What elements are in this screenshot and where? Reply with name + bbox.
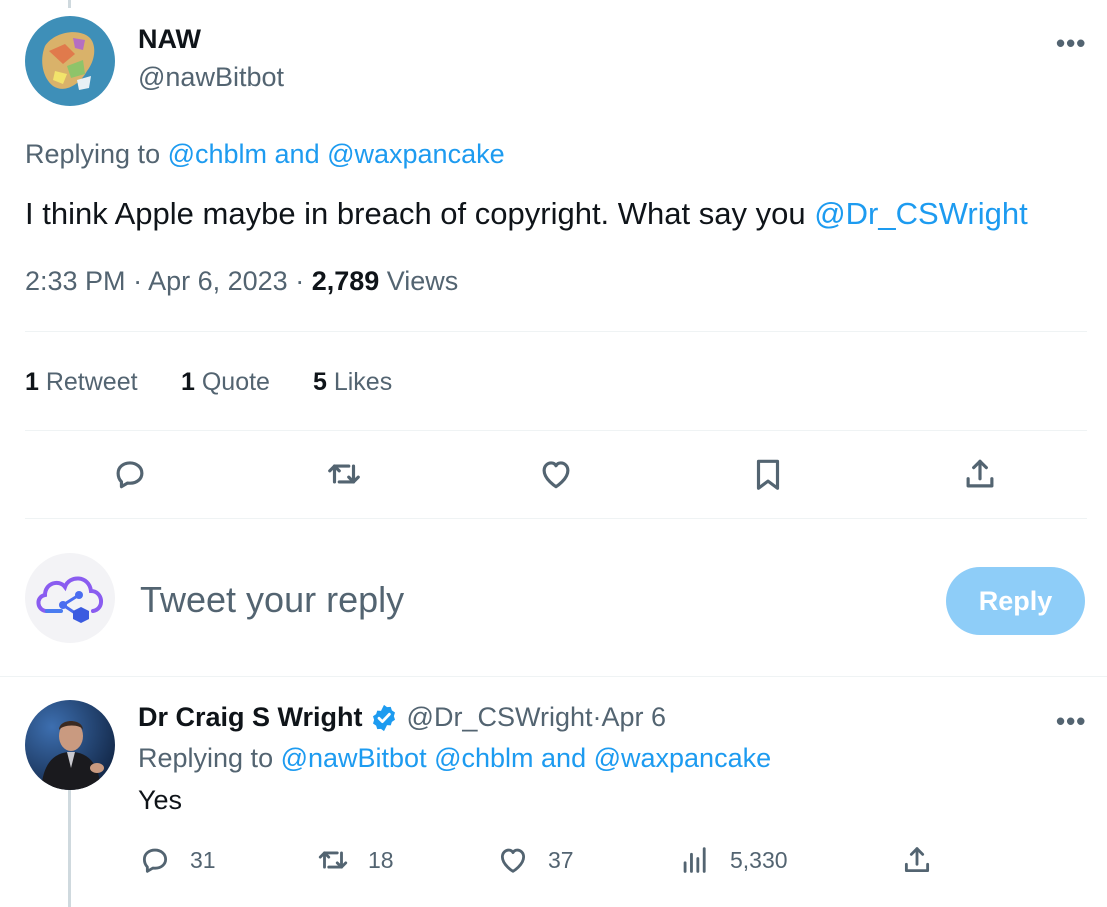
replying-prefix: Replying to [138,743,281,773]
tweet-meta: 2:33 PM · Apr 6, 2023 · 2,789 Views [25,266,458,297]
thread-line [68,790,71,907]
mention-dr-cswright[interactable]: @Dr_CSWright [814,196,1028,231]
retweet-icon [318,851,348,869]
replying-and: and [533,743,594,773]
reply-author-name[interactable]: Dr Craig S Wright [138,702,363,733]
replying-to: Replying to @chblm and @waxpancake [25,139,505,170]
reply-text: Yes [138,785,183,815]
retweet-count: 18 [368,846,394,873]
reply-icon [142,848,168,873]
reply-share-button[interactable] [900,843,934,877]
like-button[interactable] [532,450,580,498]
analytics-icon [683,847,706,873]
tweet-time[interactable]: 2:33 PM [25,266,126,296]
share-icon [966,459,994,488]
current-user-avatar[interactable] [25,553,115,643]
retweets-stat[interactable]: 1 Retweet [25,368,138,397]
divider [0,676,1107,677]
views-count: 5,330 [730,846,788,873]
retweet-button[interactable] [320,450,368,498]
bookmark-icon [756,459,780,490]
quotes-count: 1 [181,368,195,396]
author-handle[interactable]: @nawBitbot [138,62,284,93]
tweet-date[interactable]: Apr 6, 2023 [148,266,288,296]
views-label: Views [379,266,459,296]
like-count: 37 [548,846,574,873]
bookmark-button[interactable] [744,450,792,498]
quotes-stat[interactable]: 1 Quote [181,368,270,397]
like-icon [542,461,570,489]
mention-waxpancake[interactable]: @waxpancake [594,743,772,773]
reply-meta-separator: · [592,702,602,732]
retweets-label: Retweet [38,368,138,396]
reply-reply-button[interactable]: 31 [138,843,216,877]
reply-input[interactable] [140,579,840,621]
reply-views-button[interactable]: 5,330 [678,843,788,877]
reply-more-options-icon[interactable]: ••• [1056,706,1086,737]
reply-count: 31 [190,846,216,873]
thread-line [68,0,71,8]
naw-avatar[interactable] [25,16,115,106]
likes-count: 5 [313,368,327,396]
views-count: 2,789 [311,266,380,296]
reply-replying-to: Replying to @nawBitbot @chblm and @waxpa… [138,743,771,774]
mention-nawbitbot[interactable]: @nawBitbot [281,743,427,773]
mention-chblm[interactable]: @chblm [168,139,267,169]
reply-author-handle[interactable]: @Dr_CSWright [407,702,593,733]
more-options-icon[interactable]: ••• [1056,28,1086,59]
reply-submit-button[interactable]: Reply [946,567,1085,635]
mention-chblm[interactable]: @chblm [434,743,533,773]
quotes-label: Quote [194,368,270,396]
meta-separator: · [125,266,149,296]
share-icon [904,847,930,873]
retweets-count: 1 [25,368,39,396]
reply-date[interactable]: Apr 6 [601,702,666,733]
tweet-body: I think Apple maybe in breach of copyrig… [25,196,815,231]
divider [25,430,1087,431]
reply-retweet-button[interactable]: 18 [316,843,394,877]
share-button[interactable] [956,450,1004,498]
replying-prefix: Replying to [25,139,168,169]
divider [25,331,1087,332]
tweet-text: I think Apple maybe in breach of copyrig… [25,196,1028,232]
like-icon [500,848,526,873]
reply-like-button[interactable]: 37 [496,843,574,877]
retweet-icon [328,464,360,484]
author-name[interactable]: NAW [138,24,201,55]
verified-badge-icon [369,703,399,733]
meta-separator: · [287,266,312,296]
reply-header: Dr Craig S Wright @Dr_CSWright · Apr 6 [138,702,666,733]
reply-icon [116,461,144,489]
reply-button[interactable] [106,450,154,498]
likes-stat[interactable]: 5 Likes [313,368,392,397]
replying-and: and [267,139,328,169]
likes-label: Likes [326,368,393,396]
divider [25,518,1087,519]
reply-author-avatar[interactable] [25,700,115,790]
mention-waxpancake[interactable]: @waxpancake [327,139,505,169]
